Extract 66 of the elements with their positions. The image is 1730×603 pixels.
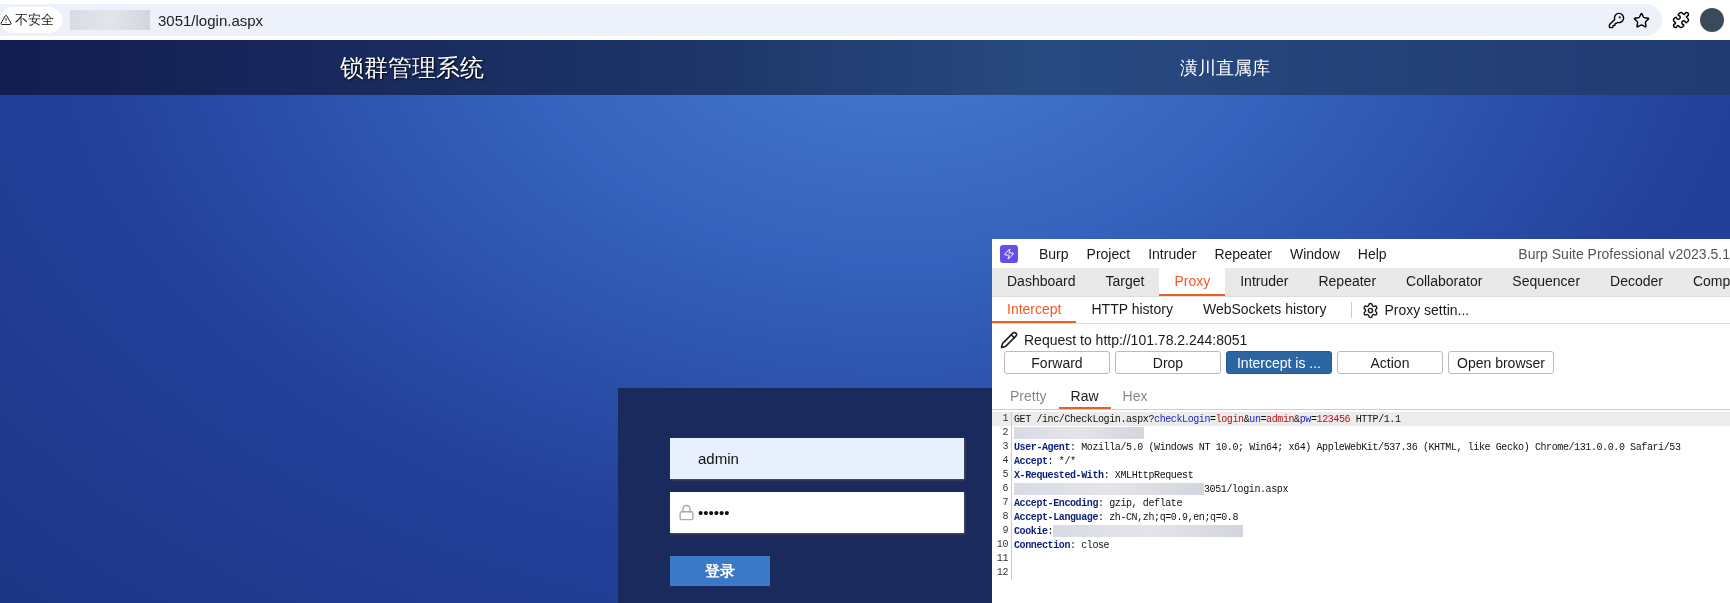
line-number: 10 [992,538,1012,552]
line-number: 12 [992,566,1012,580]
editor-tab[interactable]: Raw [1058,386,1111,409]
url-text: 3051/login.aspx [158,11,264,29]
code-line: GET /inc/CheckLogin.aspx?checkLogin=login&un=admin&pw=123456 HTTP/1.1 [1013,413,1401,425]
code-text: Cookie [1014,525,1048,537]
menu-item[interactable]: Intruder [1139,245,1206,262]
avatar[interactable] [1700,8,1724,32]
line-number: 1 [992,412,1012,426]
action-button[interactable]: Open browser [1448,351,1554,374]
line-number: 7 [992,496,1012,510]
request-target: Request to http://101.78.2.244:8051 [1024,332,1248,348]
window-title: Burp Suite Professional v2023.5.1 [1518,245,1730,262]
code-text: : [1047,525,1054,537]
code-line: Accept-Encoding: gzip, deflate [1013,497,1183,509]
code-line: User-Agent: Mozilla/5.0 (Windows NT 10.0; Win64; x64) AppleWebKit/537.36 (KHTML, like Gecko) Chrome/131.0.0.0 Safari/53 [1013,441,1681,453]
tab[interactable]: Repeater [1303,268,1392,296]
line-number: 8 [992,510,1012,524]
line-number: 2 [992,426,1012,440]
address-bar[interactable]: 不安全 3051/login.aspx [0,4,1662,36]
code-line: X-Requested-With: XMLHttpRequest [1013,469,1194,481]
tab[interactable]: Sequencer [1497,268,1596,296]
site-subtitle: 潢川直属库 [1180,56,1270,80]
proxy-settings-link[interactable]: Proxy settin... [1362,301,1470,319]
star-icon[interactable] [1633,11,1650,29]
code-line: Accept: */* [1013,455,1076,467]
lock-icon [678,504,695,521]
tab[interactable]: Collaborator [1391,268,1498,296]
tab[interactable]: Target [1090,268,1160,296]
action-button[interactable]: Forward [1004,351,1110,374]
line-number: 6 [992,482,1012,496]
code-line: Accept-Language: zh-CN,zh;q=0.9,en;q=0.8 [1013,511,1239,523]
tab[interactable]: Dashboard [992,268,1091,296]
action-button[interactable]: Action [1337,351,1443,374]
line-number: 11 [992,552,1012,566]
action-button[interactable]: Intercept is ... [1226,351,1332,374]
tab[interactable]: Intruder [1225,268,1304,296]
menu-item[interactable]: Project [1077,245,1140,262]
lightning-logo-icon [1000,244,1018,263]
menu-item[interactable]: Help [1348,245,1396,262]
security-chip[interactable]: 不安全 [0,7,62,33]
password-field[interactable]: •••••• [670,492,964,533]
line-number: 9 [992,524,1012,538]
settings-icon [1362,301,1380,319]
line-number: 5 [992,468,1012,482]
pencil-icon [1000,331,1018,349]
sub-tab[interactable]: WebSockets history [1187,297,1342,323]
warning-icon [0,14,12,26]
tab[interactable]: Decoder [1595,268,1678,296]
menu-item[interactable]: Repeater [1205,245,1281,262]
username-field[interactable]: admin [670,438,964,479]
sub-tab[interactable]: HTTP history [1076,297,1188,323]
action-button[interactable]: Drop [1115,351,1221,374]
key-icon[interactable] [1608,11,1625,29]
menu-item[interactable]: Burp [1030,245,1078,262]
line-number: 4 [992,454,1012,468]
editor-tab[interactable]: Hex [1110,386,1160,409]
login-button[interactable]: 登录 [670,556,770,586]
tab[interactable]: Comp [1677,268,1730,296]
site-title: 锁群管理系统 [340,52,485,83]
line-number: 3 [992,440,1012,454]
editor-tab[interactable]: Pretty [998,386,1059,409]
extension-icon[interactable] [1672,11,1690,29]
menu-item[interactable]: Window [1281,245,1349,262]
code-text: 3051/login.aspx [1204,483,1288,495]
code-line: Connection: close [1013,539,1110,551]
